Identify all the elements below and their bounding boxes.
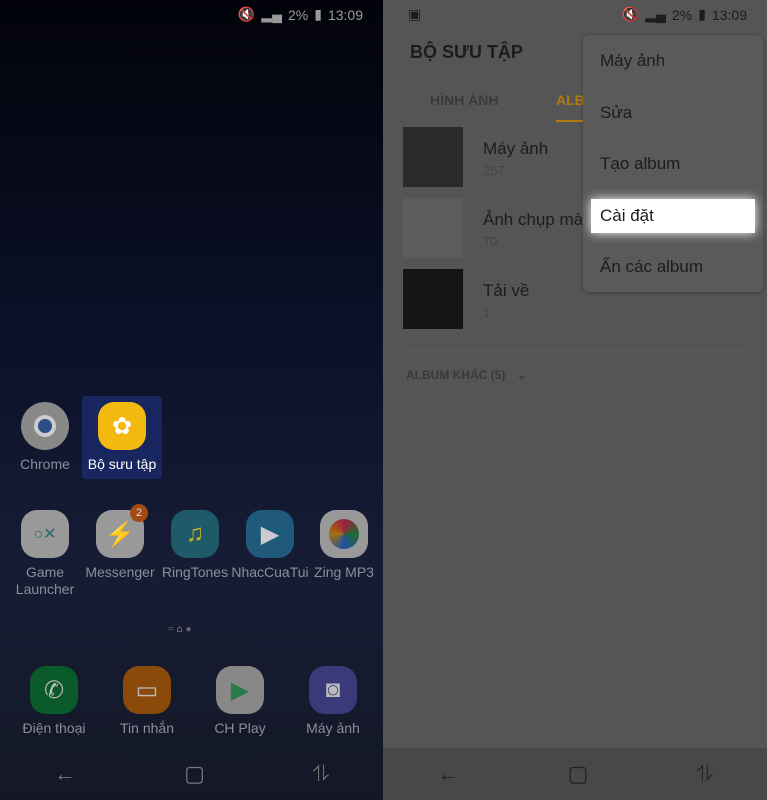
play-store-icon: ▶ — [216, 666, 264, 714]
divider — [403, 350, 747, 351]
dock-camera[interactable]: ◙ Máy ảnh — [293, 666, 373, 737]
signal-icon: ▂▄ — [261, 6, 282, 22]
home-icon[interactable]: ▢ — [568, 761, 589, 787]
menu-item-camera[interactable]: Máy ảnh — [583, 35, 763, 87]
phone-icon: ✆ — [30, 666, 78, 714]
status-bar: 🔇 ▂▄ 2% ▮ 13:09 — [237, 6, 363, 23]
home-icon[interactable]: ▢ — [184, 761, 205, 787]
battery-icon: ▮ — [698, 6, 706, 22]
back-icon[interactable]: ← — [54, 761, 76, 787]
music-note-icon: ♫ — [171, 510, 219, 558]
zing-icon — [320, 510, 368, 558]
back-icon[interactable]: ← — [437, 761, 459, 787]
menu-item-settings[interactable]: Cài đặt — [591, 198, 755, 233]
album-thumbnail — [403, 269, 463, 329]
album-thumbnail — [403, 127, 463, 187]
menu-item-edit[interactable]: Sửa — [583, 87, 763, 139]
navigation-bar: ← ▢ ⥮ — [383, 748, 767, 800]
page-indicator[interactable]: = ⌂ ● — [168, 624, 192, 635]
other-albums-toggle[interactable]: ALBUM KHÁC (5) ⌄ — [406, 368, 527, 382]
page-title: BỘ SƯU TẬP — [410, 42, 523, 62]
app-chrome[interactable]: Chrome — [5, 402, 85, 473]
app-ringtones[interactable]: ♫ RingTones — [155, 510, 235, 581]
home-screen: 🔇 ▂▄ 2% ▮ 13:09 Chrome ✿ Bộ sưu tập ○✕ G… — [0, 0, 383, 800]
menu-item-create-album[interactable]: Tạo album — [583, 138, 763, 190]
recents-icon[interactable]: ⥮ — [697, 761, 713, 787]
mute-icon: 🔇 — [621, 6, 640, 22]
gallery-app: ▣ 🔇 ▂▄ 2% ▮ 13:09 BỘ SƯU TẬP HÌNH ẢNH AL… — [383, 0, 767, 800]
image-notification-icon: ▣ — [408, 6, 422, 22]
app-nhaccuatui[interactable]: ▶ NhacCuaTui — [230, 510, 310, 581]
signal-icon: ▂▄ — [645, 6, 666, 22]
play-icon: ▶ — [246, 510, 294, 558]
mute-icon: 🔇 — [237, 6, 256, 22]
app-game-launcher[interactable]: ○✕ Game Launcher — [5, 510, 85, 598]
game-launcher-icon: ○✕ — [21, 510, 69, 558]
gallery-flower-icon: ✿ — [98, 402, 146, 450]
menu-item-hide-albums[interactable]: Ẩn các album — [583, 241, 763, 293]
app-gallery[interactable]: ✿ Bộ sưu tập — [82, 396, 162, 479]
recents-icon[interactable]: ⥮ — [313, 761, 329, 787]
status-bar: 🔇 ▂▄ 2% ▮ 13:09 — [621, 6, 747, 23]
album-thumbnail — [403, 198, 463, 258]
tab-pictures[interactable]: HÌNH ẢNH — [430, 92, 498, 108]
dock-messages[interactable]: ▭ Tin nhắn — [107, 666, 187, 737]
overflow-menu: Máy ảnh Sửa Tạo album Cài đặt Ẩn các alb… — [583, 35, 763, 292]
camera-icon: ◙ — [309, 666, 357, 714]
battery-icon: ▮ — [314, 6, 322, 22]
notification-badge: 2 — [130, 504, 148, 522]
message-icon: ▭ — [123, 666, 171, 714]
navigation-bar: ← ▢ ⥮ — [0, 748, 383, 800]
dock-phone[interactable]: ✆ Điện thoại — [14, 666, 94, 737]
app-messenger[interactable]: ⚡ 2 Messenger — [80, 504, 160, 581]
chrome-icon — [21, 402, 69, 450]
app-zing-mp3[interactable]: Zing MP3 — [304, 510, 384, 581]
dock-play-store[interactable]: ▶ CH Play — [200, 666, 280, 737]
chevron-down-icon: ⌄ — [516, 368, 527, 382]
